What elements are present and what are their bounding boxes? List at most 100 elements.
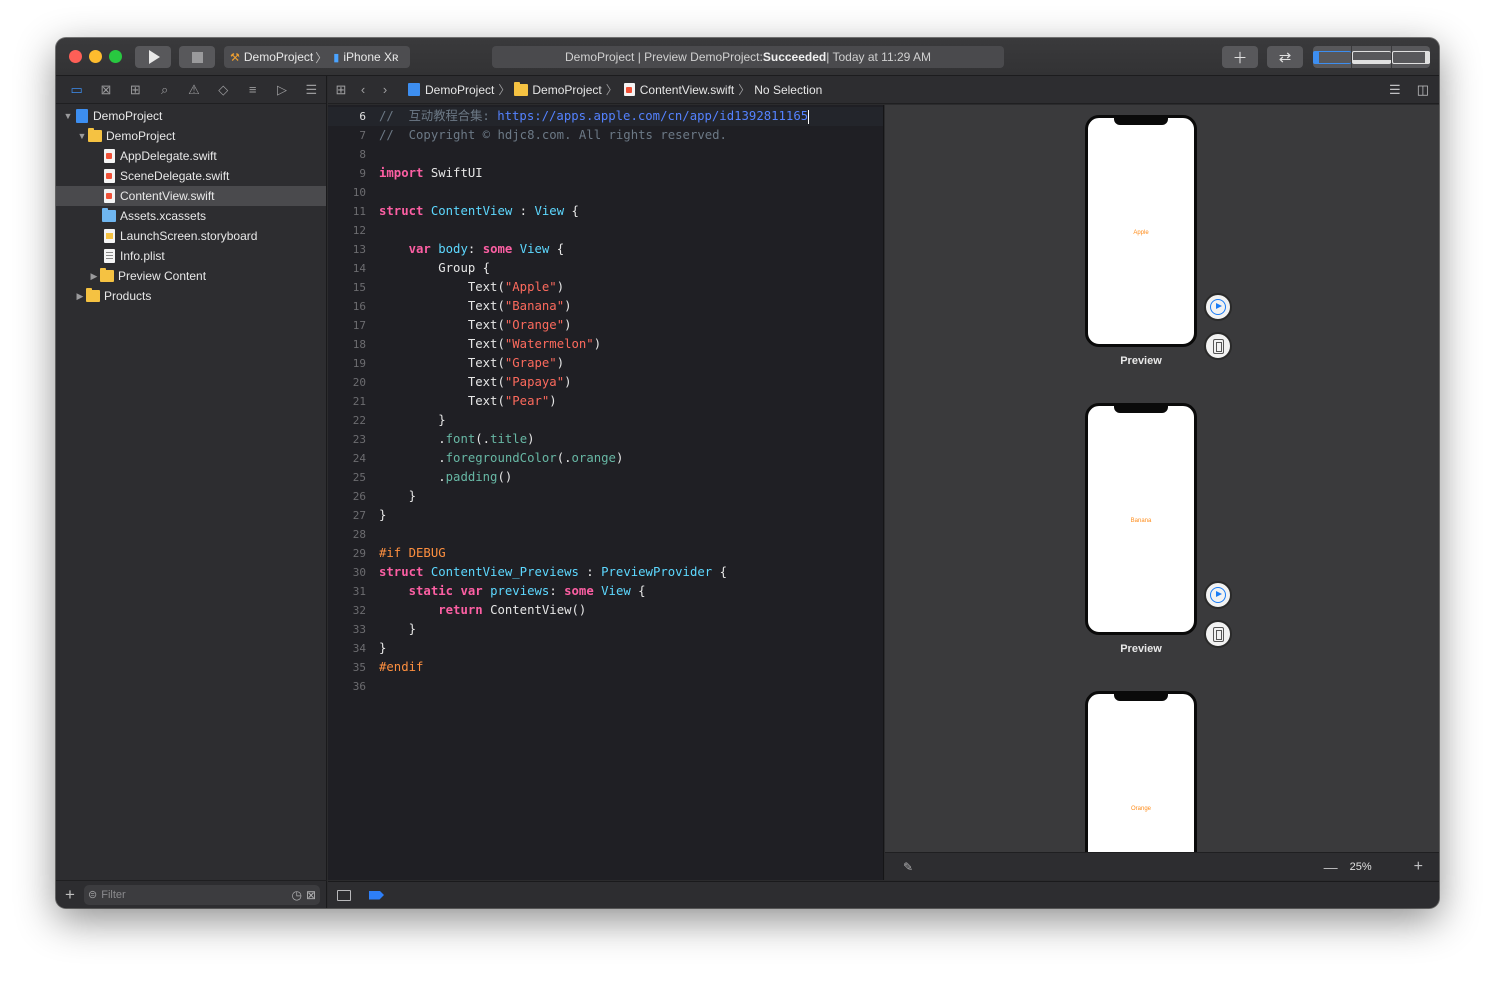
tree-item-scenedelegate[interactable]: SceneDelegate.swift bbox=[56, 166, 326, 186]
close-window-button[interactable] bbox=[69, 50, 82, 63]
code-line[interactable]: 27} bbox=[328, 506, 883, 525]
breakpoint-navigator-tab[interactable]: ▷ bbox=[267, 80, 296, 100]
code-line[interactable]: 29 #if DEBUG bbox=[328, 544, 883, 563]
chevron-right-icon: 〉 bbox=[738, 83, 751, 97]
tree-item-infoplist[interactable]: Info.plist bbox=[56, 246, 326, 266]
code-line[interactable]: 10 bbox=[328, 183, 883, 202]
tree-item-assets[interactable]: Assets.xcassets bbox=[56, 206, 326, 226]
tree-item-project[interactable]: ▼ DemoProject bbox=[56, 106, 326, 126]
breadcrumb-selection[interactable]: No Selection bbox=[754, 83, 822, 97]
code-line[interactable]: 9 import SwiftUI bbox=[328, 164, 883, 183]
editor-options-icon[interactable]: ☰ bbox=[1389, 82, 1401, 98]
back-arrow-icon[interactable]: ‹ bbox=[352, 82, 374, 97]
zoom-level[interactable]: 25% bbox=[1350, 861, 1372, 873]
live-preview-button[interactable] bbox=[1204, 293, 1232, 321]
code-line[interactable]: 36 bbox=[328, 677, 883, 696]
scheme-project[interactable]: DemoProject bbox=[244, 50, 313, 64]
code-line[interactable]: 25 .padding() bbox=[328, 468, 883, 487]
code-line[interactable]: 30 struct ContentView_Previews : PreviewP… bbox=[328, 563, 883, 582]
add-file-button[interactable]: + bbox=[56, 885, 84, 905]
code-line[interactable]: 28 bbox=[328, 525, 883, 544]
breadcrumb-project[interactable]: DemoProject bbox=[425, 83, 494, 97]
debug-navigator-tab[interactable]: ≡ bbox=[238, 80, 267, 100]
code-line[interactable]: 15 Text("Apple") bbox=[328, 278, 883, 297]
breadcrumb-group[interactable]: DemoProject bbox=[532, 83, 601, 97]
minimize-window-button[interactable] bbox=[89, 50, 102, 63]
play-circle-icon bbox=[1210, 299, 1226, 315]
code-line[interactable]: 14 Group { bbox=[328, 259, 883, 278]
source-control-filter-icon[interactable]: ⊠ bbox=[306, 888, 316, 902]
add-editor-icon[interactable]: ◫ bbox=[1417, 82, 1429, 98]
code-line[interactable]: 32 return ContentView() bbox=[328, 601, 883, 620]
tree-item-group[interactable]: ▼ DemoProject bbox=[56, 126, 326, 146]
code-line[interactable]: 22 } bbox=[328, 411, 883, 430]
tree-item-appdelegate[interactable]: AppDelegate.swift bbox=[56, 146, 326, 166]
run-button[interactable] bbox=[135, 46, 171, 68]
zoom-in-button[interactable]: + bbox=[1414, 858, 1423, 876]
disclosure-open-icon[interactable]: ▼ bbox=[62, 111, 74, 121]
tree-item-contentview[interactable]: ContentView.swift bbox=[56, 186, 326, 206]
code-line[interactable]: 33 } bbox=[328, 620, 883, 639]
disclosure-closed-icon[interactable]: ▶ bbox=[88, 271, 100, 282]
preview-canvas[interactable]: Apple Preview Banana Preview Orange bbox=[885, 105, 1439, 852]
zoom-window-button[interactable] bbox=[109, 50, 122, 63]
disclosure-closed-icon[interactable]: ▶ bbox=[74, 291, 86, 302]
code-line[interactable]: 20 Text("Papaya") bbox=[328, 373, 883, 392]
code-line[interactable]: 21 Text("Pear") bbox=[328, 392, 883, 411]
code-line[interactable]: 34} bbox=[328, 639, 883, 658]
live-preview-button[interactable] bbox=[1204, 581, 1232, 609]
test-navigator-tab[interactable]: ◇ bbox=[209, 80, 238, 100]
find-navigator-tab[interactable]: ⌕ bbox=[150, 80, 179, 100]
code-line[interactable]: 12 bbox=[328, 221, 883, 240]
code-line[interactable]: 35 #endif bbox=[328, 658, 883, 677]
report-navigator-tab[interactable]: ☰ bbox=[297, 80, 326, 100]
source-control-tab[interactable]: ⊠ bbox=[91, 80, 120, 100]
tree-item-launchscreen[interactable]: LaunchScreen.storyboard bbox=[56, 226, 326, 246]
code-line[interactable]: 11 struct ContentView : View { bbox=[328, 202, 883, 221]
disclosure-open-icon[interactable]: ▼ bbox=[76, 131, 88, 141]
toggle-inspector-button[interactable] bbox=[1391, 46, 1431, 68]
breadcrumb-file[interactable]: ContentView.swift bbox=[640, 83, 735, 97]
related-items-icon[interactable]: ⊞ bbox=[330, 82, 352, 98]
code-line[interactable]: 17 Text("Orange") bbox=[328, 316, 883, 335]
toggle-debug-area-button[interactable] bbox=[1352, 46, 1392, 68]
pin-icon[interactable]: ✎ bbox=[903, 860, 913, 874]
library-button[interactable]: ＋ bbox=[1222, 46, 1258, 68]
scheme-device[interactable]: iPhone Xʀ bbox=[343, 50, 398, 64]
recent-files-icon[interactable]: ◷ bbox=[291, 888, 301, 902]
preview-on-device-button[interactable] bbox=[1204, 332, 1232, 360]
code-line[interactable]: 23 .font(.title) bbox=[328, 430, 883, 449]
code-review-button[interactable]: ⇄ bbox=[1267, 46, 1303, 68]
text-cursor bbox=[808, 109, 810, 124]
device-notch bbox=[1114, 118, 1168, 125]
issue-navigator-tab[interactable]: ⚠ bbox=[179, 80, 208, 100]
preview-on-device-button[interactable] bbox=[1204, 620, 1232, 648]
code-line[interactable]: 18 Text("Watermelon") bbox=[328, 335, 883, 354]
code-line[interactable]: 8 bbox=[328, 145, 883, 164]
device-preview[interactable]: Banana bbox=[1085, 403, 1197, 635]
code-line[interactable]: 24 .foregroundColor(.orange) bbox=[328, 449, 883, 468]
code-line[interactable]: 31 static var previews: some View { bbox=[328, 582, 883, 601]
device-preview[interactable]: Orange bbox=[1085, 691, 1197, 852]
scheme-selector[interactable]: ⚒ DemoProject 〉 ▮ iPhone Xʀ bbox=[224, 46, 410, 68]
filter-input[interactable]: ⊜ Filter ◷ ⊠ bbox=[84, 884, 320, 905]
debug-area-icon[interactable] bbox=[337, 889, 351, 901]
device-preview[interactable]: Apple bbox=[1085, 115, 1197, 347]
code-line[interactable]: 16 Text("Banana") bbox=[328, 297, 883, 316]
tree-item-products[interactable]: ▶ Products bbox=[56, 286, 326, 306]
preview-text: Banana bbox=[1130, 518, 1152, 524]
code-line[interactable]: 26 } bbox=[328, 487, 883, 506]
toggle-navigator-button[interactable] bbox=[1313, 46, 1353, 68]
code-line[interactable]: 7// Copyright © hdjc8.com. All rights re… bbox=[328, 126, 883, 145]
code-line[interactable]: 13 var body: some View { bbox=[328, 240, 883, 259]
tree-item-preview-content[interactable]: ▶ Preview Content bbox=[56, 266, 326, 286]
source-editor[interactable]: 6// 互动教程合集: https://apps.apple.com/cn/ap… bbox=[328, 105, 884, 880]
code-line[interactable]: 19 Text("Grape") bbox=[328, 354, 883, 373]
forward-arrow-icon[interactable]: › bbox=[374, 82, 396, 97]
stop-button[interactable] bbox=[179, 46, 215, 68]
project-navigator-tab[interactable]: ▭ bbox=[62, 80, 91, 100]
breakpoints-toggle-icon[interactable] bbox=[369, 890, 384, 900]
code-line[interactable]: 6// 互动教程合集: https://apps.apple.com/cn/ap… bbox=[328, 107, 883, 126]
symbol-navigator-tab[interactable]: ⊞ bbox=[121, 80, 150, 100]
zoom-out-button[interactable]: — bbox=[1324, 859, 1338, 875]
